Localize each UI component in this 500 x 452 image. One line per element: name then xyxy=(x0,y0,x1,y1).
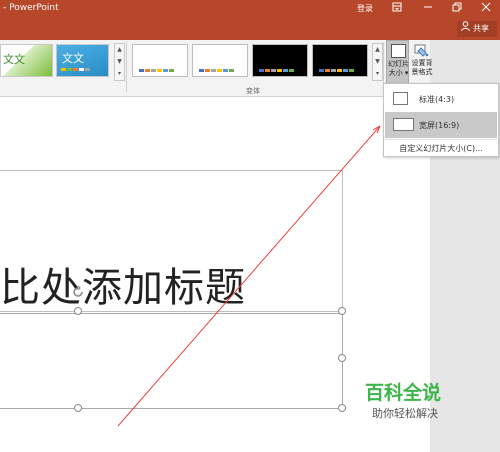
watermark-tagline: 助你轻松解决 xyxy=(372,407,438,420)
menu-item-custom-size[interactable]: 自定义幻灯片大小(C)... xyxy=(384,143,498,154)
menu-divider xyxy=(385,139,497,140)
menu-item-label: 宽屏(16:9) xyxy=(419,121,460,130)
menu-item-standard[interactable]: 标准(4:3) xyxy=(385,86,497,112)
watermark-logo-text: 百科全说 xyxy=(365,382,442,404)
widescreen-shape-icon xyxy=(393,118,414,131)
menu-item-widescreen[interactable]: 宽屏(16:9) xyxy=(385,112,497,138)
slide-size-dropdown: 标准(4:3) 宽屏(16:9) 自定义幻灯片大小(C)... xyxy=(383,83,499,157)
menu-item-label: 标准(4:3) xyxy=(419,95,455,104)
standard-shape-icon xyxy=(393,92,408,105)
